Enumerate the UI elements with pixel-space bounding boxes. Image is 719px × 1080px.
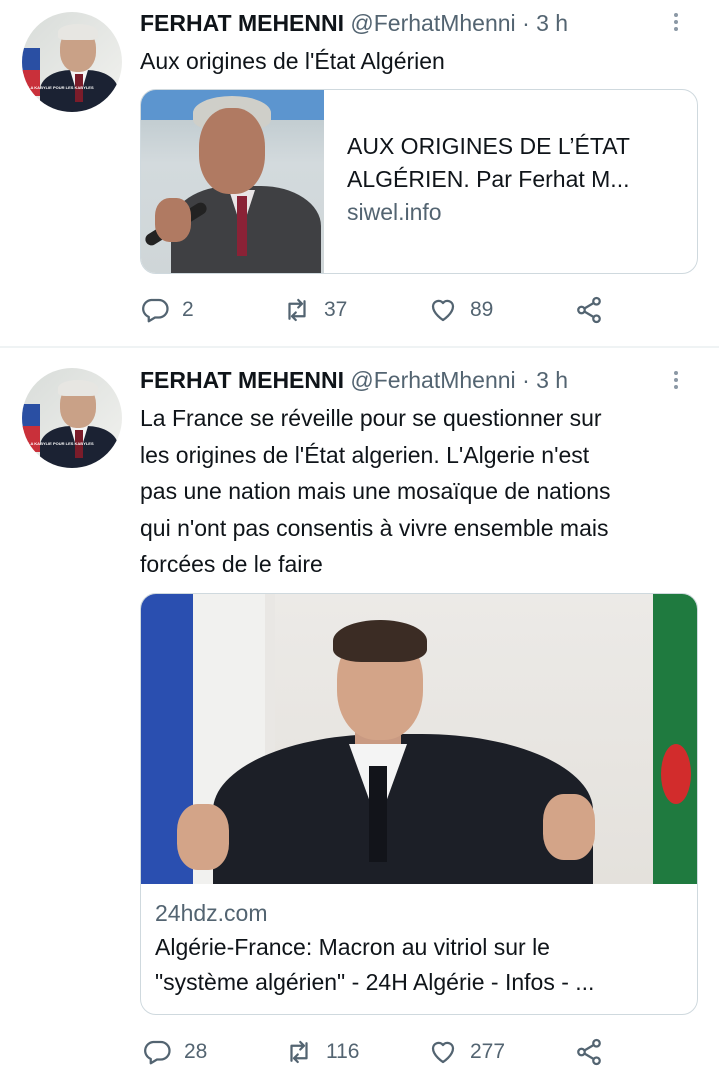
card-title-line: AUX ORIGINES DE L’ÉTAT	[347, 133, 630, 159]
card-thumbnail	[141, 90, 324, 273]
author-handle[interactable]: @FerhatMhenni	[350, 10, 515, 36]
avatar-caption: LA KABYLIE POUR LES KABYLES	[28, 441, 94, 446]
author-handle[interactable]: @FerhatMhenni	[350, 367, 515, 393]
avatar-caption: LA KABYLIE POUR LES KABYLES	[28, 85, 94, 90]
separator-dot: ·	[522, 367, 530, 393]
author-name[interactable]: FERHAT MEHENNI	[140, 367, 344, 393]
tweet-text-line: qui n'ont pas consentis à vivre ensemble…	[140, 514, 609, 541]
retweet-count: 116	[326, 1040, 360, 1063]
card-domain: siwel.info	[347, 199, 442, 225]
tweet-header: FERHAT MEHENNI @FerhatMhenni · 3 h	[140, 365, 568, 395]
retweet-icon	[290, 1040, 308, 1064]
tweet-time[interactable]: 3 h	[536, 367, 568, 393]
card-title-line: Algérie-France: Macron au vitriol sur le	[155, 934, 550, 960]
retweet-count: 37	[324, 298, 348, 321]
avatar[interactable]: LA KABYLIE POUR LES KABYLES	[22, 12, 122, 112]
tweet[interactable]: LA KABYLIE POUR LES KABYLES FERHAT MEHEN…	[0, 348, 719, 1080]
reply-icon	[142, 298, 169, 323]
author-name[interactable]: FERHAT MEHENNI	[140, 10, 344, 36]
card-image	[141, 594, 697, 884]
reply-button[interactable]: 28	[142, 1032, 207, 1072]
like-button[interactable]: 277	[428, 1032, 505, 1072]
tweet[interactable]: LA KABYLIE POUR LES KABYLES FERHAT MEHEN…	[0, 0, 719, 346]
more-icon[interactable]	[674, 368, 678, 392]
reply-button[interactable]: 2	[140, 290, 194, 330]
link-card[interactable]: 24hdz.com Algérie-France: Macron au vitr…	[140, 593, 698, 1015]
card-domain: 24hdz.com	[155, 900, 268, 926]
share-icon	[577, 1038, 601, 1066]
tweet-text: La France se réveille pour se questionne…	[140, 400, 700, 583]
reply-count: 28	[184, 1040, 208, 1063]
card-title-line: "système algérien" - 24H Algérie - Infos…	[155, 969, 595, 995]
reply-icon	[144, 1040, 171, 1065]
like-icon	[431, 1041, 455, 1064]
tweet-text-line: La France se réveille pour se questionne…	[140, 405, 602, 431]
tweet-time[interactable]: 3 h	[536, 10, 568, 36]
share-icon	[577, 296, 601, 324]
share-button[interactable]	[574, 290, 604, 330]
retweet-button[interactable]: 116	[284, 1032, 359, 1072]
tweet-text-line: pas une nation mais une mosaïque de nati…	[140, 478, 611, 504]
reply-count: 2	[182, 298, 194, 321]
tweet-text-line: forcées de le faire	[140, 551, 323, 577]
retweet-icon	[288, 298, 306, 322]
separator-dot: ·	[522, 10, 530, 36]
tweet-text: Aux origines de l'État Algérien	[140, 48, 445, 74]
tweet-header: FERHAT MEHENNI @FerhatMhenni · 3 h	[140, 8, 568, 38]
link-card[interactable]: AUX ORIGINES DE L’ÉTAT ALGÉRIEN. Par Fer…	[140, 89, 698, 274]
retweet-button[interactable]: 37	[282, 290, 347, 330]
like-count: 89	[470, 298, 494, 321]
avatar[interactable]: LA KABYLIE POUR LES KABYLES	[22, 368, 122, 468]
more-icon[interactable]	[674, 10, 678, 34]
tweet-text-line: les origines de l'État algerien. L'Alger…	[140, 441, 590, 468]
like-icon	[431, 299, 455, 322]
share-button[interactable]	[574, 1032, 604, 1072]
like-button[interactable]: 89	[428, 290, 493, 330]
tweet-actions: 2 37 89	[140, 290, 620, 330]
card-title-line: ALGÉRIEN. Par Ferhat M...	[347, 166, 630, 192]
like-count: 277	[470, 1040, 506, 1063]
tweet-actions: 28 116 277	[140, 1032, 620, 1072]
